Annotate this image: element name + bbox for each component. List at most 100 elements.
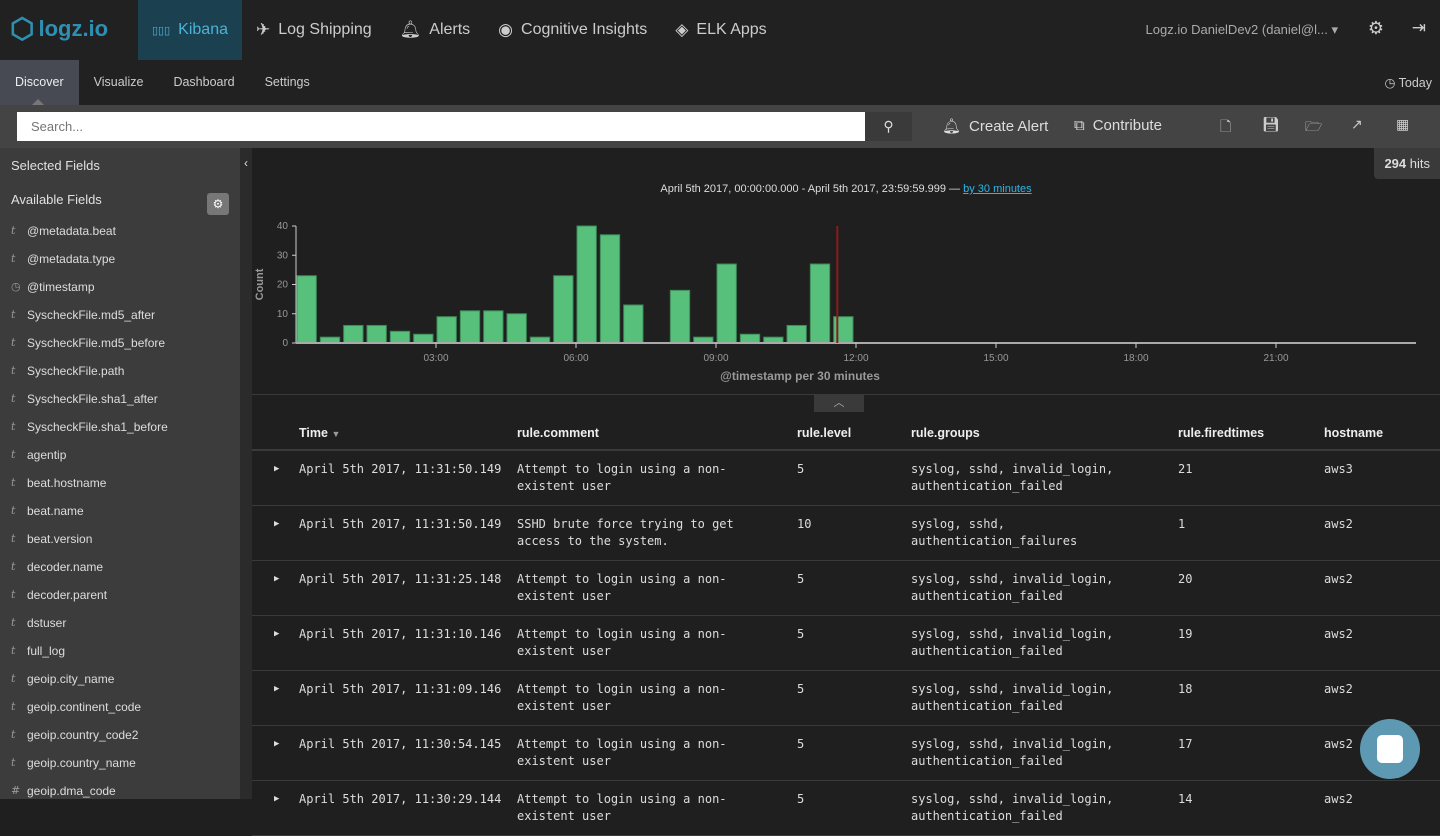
field-item[interactable]: t beat.version bbox=[11, 532, 92, 546]
settings-gear-icon[interactable]: ⚙ bbox=[1368, 18, 1384, 39]
histogram-chart[interactable]: 0 10 20 30 40 03:00 06:00 09:00 12:00 15:00 18:00 2… bbox=[252, 148, 1440, 388]
column-header[interactable]: rule.level bbox=[797, 426, 851, 440]
field-item[interactable]: # geoip.dma_code bbox=[11, 784, 116, 798]
histogram-bar[interactable] bbox=[459, 310, 481, 344]
save-icon[interactable]: 💾︎ bbox=[1262, 116, 1280, 133]
expand-caret-icon[interactable]: ▶ bbox=[274, 461, 279, 478]
field-item[interactable]: t geoip.continent_code bbox=[11, 700, 141, 714]
user-menu[interactable]: Logz.io DanielDev2 (daniel@l... ▾ bbox=[1146, 22, 1338, 38]
nav-alerts[interactable]: 🔔︎ Alerts bbox=[386, 0, 485, 60]
text-type-icon: t bbox=[11, 560, 16, 573]
column-header[interactable]: rule.groups bbox=[911, 426, 980, 440]
field-item[interactable]: t decoder.parent bbox=[11, 588, 107, 602]
search-input[interactable] bbox=[17, 112, 865, 141]
text-type-icon: t bbox=[11, 616, 16, 629]
histogram-bar[interactable] bbox=[436, 316, 457, 344]
contribute-button[interactable]: ⧉ Contribute bbox=[1074, 117, 1162, 134]
column-header[interactable]: Time ▼ bbox=[299, 426, 340, 440]
expand-caret-icon[interactable]: ▶ bbox=[274, 516, 279, 533]
expand-caret-icon[interactable]: ▶ bbox=[274, 626, 279, 643]
histogram-bar[interactable] bbox=[576, 225, 597, 344]
field-item[interactable]: t beat.name bbox=[11, 504, 84, 518]
collapse-sidebar-button[interactable]: ‹ bbox=[240, 148, 252, 799]
field-settings-gear-icon[interactable]: ⚙ bbox=[207, 193, 229, 215]
histogram-bar[interactable] bbox=[809, 263, 831, 344]
expand-caret-icon[interactable]: ▶ bbox=[274, 681, 279, 698]
field-item[interactable]: t SyscheckFile.sha1_after bbox=[11, 392, 158, 406]
histogram-bar[interactable] bbox=[343, 324, 364, 344]
field-item[interactable]: t geoip.country_name bbox=[11, 756, 136, 770]
cell-time: April 5th 2017, 11:31:25.148 bbox=[299, 572, 502, 586]
field-item[interactable]: t @metadata.beat bbox=[11, 224, 116, 238]
histogram-bar[interactable] bbox=[623, 304, 644, 344]
table-row[interactable]: ▶ April 5th 2017, 11:31:10.146 Attempt to … bbox=[252, 616, 1440, 671]
field-item[interactable]: t decoder.name bbox=[11, 560, 103, 574]
text-type-icon: t bbox=[11, 672, 16, 685]
tab-settings[interactable]: Settings bbox=[250, 60, 325, 105]
field-item[interactable]: ◷ @timestamp bbox=[11, 280, 95, 294]
histogram-bar[interactable] bbox=[599, 234, 621, 344]
table-row[interactable]: ▶ April 5th 2017, 11:30:54.145 Attempt to … bbox=[252, 726, 1440, 781]
discover-main: 294 hits April 5th 2017, 00:00:00.000 - … bbox=[252, 148, 1440, 836]
column-header[interactable]: rule.comment bbox=[517, 426, 599, 440]
histogram-bar[interactable] bbox=[553, 275, 574, 344]
kibana-subnav: Discover Visualize Dashboard Settings bbox=[0, 60, 1440, 105]
field-item[interactable]: t @metadata.type bbox=[11, 252, 115, 266]
histogram-bar[interactable] bbox=[786, 324, 807, 344]
table-icon[interactable]: ▦ bbox=[1396, 116, 1409, 133]
field-item[interactable]: t geoip.country_code2 bbox=[11, 728, 138, 742]
nav-elk-apps[interactable]: ◈ ELK Apps bbox=[661, 0, 780, 60]
column-header[interactable]: rule.firedtimes bbox=[1178, 426, 1264, 440]
field-item[interactable]: t geoip.city_name bbox=[11, 672, 114, 686]
caret-down-icon: ▾ bbox=[1331, 22, 1338, 37]
histogram-bar[interactable] bbox=[366, 324, 387, 344]
histogram-bar[interactable] bbox=[389, 330, 411, 344]
expand-caret-icon[interactable]: ▶ bbox=[274, 736, 279, 753]
chat-widget-button[interactable] bbox=[1360, 719, 1420, 779]
histogram-bar[interactable] bbox=[413, 333, 434, 344]
field-item[interactable]: t agentip bbox=[11, 448, 66, 462]
histogram-bar[interactable] bbox=[296, 275, 317, 344]
cell-rule-level: 5 bbox=[797, 737, 805, 751]
nav-kibana[interactable]: ▯▯▯ Kibana bbox=[138, 0, 242, 60]
field-item[interactable]: t SyscheckFile.md5_before bbox=[11, 336, 165, 350]
tab-visualize[interactable]: Visualize bbox=[79, 60, 159, 105]
histogram-bar[interactable] bbox=[669, 289, 691, 344]
tab-discover[interactable]: Discover bbox=[0, 60, 79, 105]
field-item[interactable]: t SyscheckFile.sha1_before bbox=[11, 420, 168, 434]
logout-icon[interactable]: ⇥ bbox=[1412, 18, 1426, 38]
text-type-icon: t bbox=[11, 728, 16, 741]
table-row[interactable]: ▶ April 5th 2017, 11:31:25.148 Attempt to … bbox=[252, 561, 1440, 616]
column-header[interactable]: hostname bbox=[1324, 426, 1383, 440]
field-item[interactable]: t SyscheckFile.path bbox=[11, 364, 124, 378]
create-alert-button[interactable]: 🔔︎ Create Alert bbox=[942, 117, 1048, 136]
table-row[interactable]: ▶ April 5th 2017, 11:30:29.144 Attempt to … bbox=[252, 781, 1440, 836]
histogram-bar[interactable] bbox=[739, 333, 761, 344]
histogram-bar[interactable] bbox=[483, 310, 504, 344]
field-item[interactable]: t SyscheckFile.md5_after bbox=[11, 308, 155, 322]
table-row[interactable]: ▶ April 5th 2017, 11:31:50.149 Attempt to … bbox=[252, 451, 1440, 506]
tab-dashboard[interactable]: Dashboard bbox=[158, 60, 249, 105]
open-folder-icon[interactable]: 🗁 bbox=[1305, 116, 1322, 140]
external-share-icon: ⧉ bbox=[1074, 117, 1085, 134]
field-item[interactable]: t beat.hostname bbox=[11, 476, 106, 490]
field-item[interactable]: t dstuser bbox=[11, 616, 66, 630]
field-item[interactable]: t full_log bbox=[11, 644, 65, 658]
share-icon[interactable]: ↗ bbox=[1351, 116, 1363, 133]
new-search-icon[interactable]: 🗋 bbox=[1220, 116, 1231, 140]
table-row[interactable]: ▶ April 5th 2017, 11:31:09.146 Attempt to … bbox=[252, 671, 1440, 726]
cell-time: April 5th 2017, 11:31:50.149 bbox=[299, 517, 502, 531]
nav-cognitive-insights[interactable]: ◉ Cognitive Insights bbox=[484, 0, 661, 60]
time-picker[interactable]: ◷ Today bbox=[1384, 75, 1432, 90]
search-button[interactable]: ⚲ bbox=[865, 112, 912, 141]
nav-log-shipping[interactable]: ✈ Log Shipping bbox=[242, 0, 386, 60]
logo[interactable]: ⬡ logz.io bbox=[10, 12, 108, 45]
table-row[interactable]: ▶ April 5th 2017, 11:31:50.149 SSHD brute … bbox=[252, 506, 1440, 561]
expand-caret-icon[interactable]: ▶ bbox=[274, 571, 279, 588]
expand-caret-icon[interactable]: ▶ bbox=[274, 791, 279, 808]
bell-icon: 🔔︎ bbox=[942, 118, 962, 135]
histogram-bar[interactable] bbox=[506, 313, 527, 344]
search-toolbar: ⚲ 🔔︎Create Alert ⧉Contribute 🗋 💾︎ 🗁 ↗ ▦ bbox=[0, 105, 1440, 148]
histogram-bar[interactable] bbox=[716, 263, 737, 344]
collapse-chart-button[interactable]: ︿ bbox=[814, 394, 864, 412]
